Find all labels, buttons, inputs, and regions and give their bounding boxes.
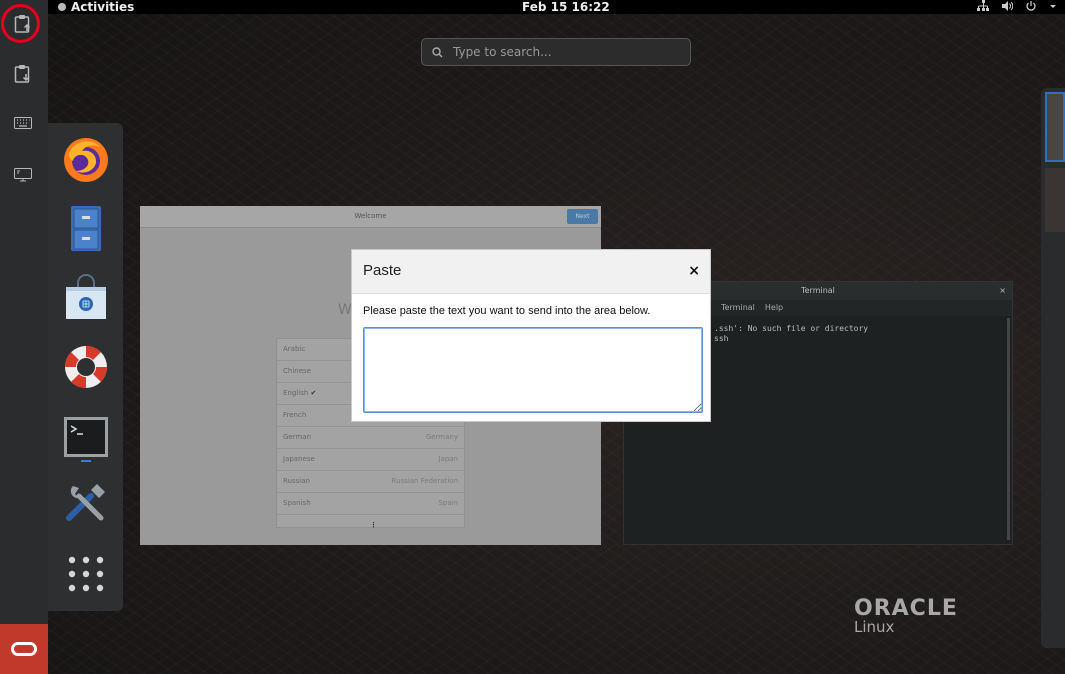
- keyboard-button[interactable]: [10, 110, 36, 136]
- clipboard-upload-button[interactable]: [10, 11, 36, 37]
- network-icon: [977, 0, 989, 16]
- software-launcher[interactable]: [61, 273, 111, 323]
- checkmark-icon: ✔: [310, 389, 317, 397]
- search-icon: [432, 46, 443, 58]
- workspace-thumbnail[interactable]: [1045, 92, 1065, 162]
- monitor-button[interactable]: [10, 162, 36, 188]
- terminal-launcher[interactable]: [61, 412, 111, 462]
- search-box[interactable]: [421, 38, 691, 66]
- terminal-icon: [64, 417, 108, 462]
- chevron-down-icon: [1049, 0, 1057, 16]
- search-input[interactable]: [451, 44, 675, 60]
- paste-dialog-title: Paste: [363, 262, 402, 279]
- welcome-heading: W: [338, 302, 352, 318]
- language-item[interactable]: Japanese Japan: [277, 449, 464, 471]
- welcome-title: Welcome: [354, 212, 387, 220]
- lifebuoy-icon: [64, 345, 108, 389]
- keyboard-icon: [14, 117, 32, 129]
- language-item[interactable]: Spanish Spain: [277, 493, 464, 515]
- clipboard-upload-icon: [14, 15, 31, 33]
- oracle-linux-logo: ORACLE Linux: [854, 596, 958, 636]
- oracle-icon: [11, 642, 37, 656]
- terminal-menu-item[interactable]: Help: [765, 300, 783, 316]
- paste-dialog: Paste × Please paste the text you want t…: [351, 249, 711, 422]
- oracle-menu-button[interactable]: [0, 624, 48, 674]
- clipboard-download-button[interactable]: [10, 61, 36, 87]
- settings-launcher[interactable]: [61, 478, 111, 532]
- files-launcher[interactable]: [61, 203, 111, 253]
- monitor-icon: [14, 168, 32, 182]
- tools-icon: [66, 484, 105, 532]
- app-grid-icon: [68, 556, 104, 592]
- show-applications-button[interactable]: [61, 550, 111, 600]
- help-launcher[interactable]: [61, 342, 111, 392]
- workspace-thumbnail[interactable]: [1045, 168, 1065, 232]
- next-button[interactable]: Next: [567, 209, 598, 224]
- file-cabinet-icon: [71, 206, 101, 251]
- paste-instruction: Please paste the text you want to send i…: [363, 305, 651, 317]
- terminal-title: Terminal: [801, 286, 835, 295]
- terminal-scrollbar[interactable]: [1007, 318, 1010, 540]
- activities-label: Activities: [71, 0, 135, 14]
- clipboard-download-icon: [14, 65, 30, 83]
- volume-icon: [1001, 0, 1014, 16]
- clock[interactable]: Feb 15 16:22: [522, 0, 610, 14]
- activities-button[interactable]: Activities: [58, 0, 134, 14]
- welcome-titlebar: Welcome Next: [140, 206, 601, 228]
- power-icon: [1025, 0, 1037, 16]
- firefox-launcher[interactable]: [61, 135, 111, 185]
- paste-dialog-header: Paste ×: [352, 250, 710, 294]
- language-item[interactable]: German Germany: [277, 427, 464, 449]
- activities-icon: [58, 3, 66, 11]
- firefox-icon: [64, 138, 108, 182]
- shopping-bag-icon: [66, 274, 106, 319]
- terminal-menu-item[interactable]: Terminal: [721, 300, 755, 316]
- workspace-switcher: [1041, 88, 1065, 648]
- close-icon[interactable]: ×: [688, 263, 700, 279]
- more-languages-button[interactable]: ⋮: [277, 515, 464, 536]
- terminal-close-icon[interactable]: ×: [999, 282, 1006, 300]
- dash: [48, 123, 123, 611]
- system-tray[interactable]: [977, 0, 1057, 16]
- top-bar: Activities Feb 15 16:22: [48, 0, 1065, 14]
- paste-textarea[interactable]: [363, 327, 703, 413]
- language-item[interactable]: Russian Russian Federation: [277, 471, 464, 493]
- vm-console-panel: [0, 0, 48, 674]
